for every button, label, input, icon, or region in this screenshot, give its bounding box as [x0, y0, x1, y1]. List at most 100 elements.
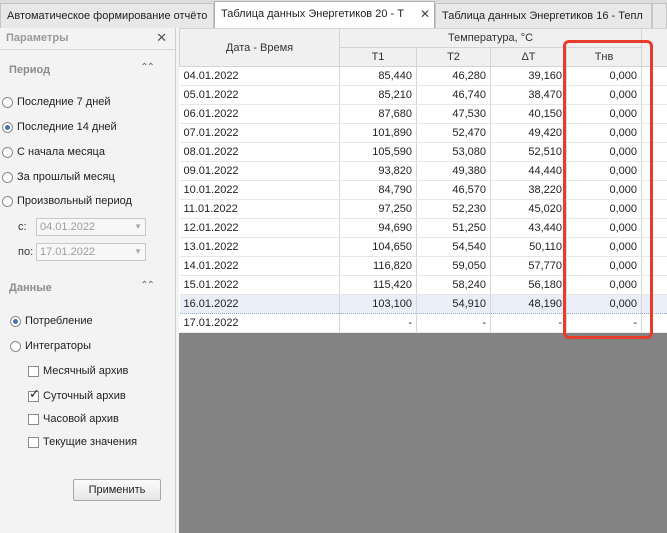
cell-value[interactable]: -	[339, 313, 417, 333]
cell-value[interactable]: 0,000	[566, 180, 643, 200]
cell-value[interactable]: 93,820	[339, 161, 417, 181]
archive-hourly[interactable]: Часовой архив	[28, 411, 119, 427]
period-last-month[interactable]: За прошлый месяц	[2, 169, 115, 185]
date-to-field[interactable]: 17.01.2022 ▼	[36, 243, 146, 261]
cell-value[interactable]: 0,000	[566, 123, 643, 143]
archive-daily[interactable]: ✓ Суточный архив	[28, 387, 126, 404]
cell-value[interactable]: 0,000	[566, 218, 643, 238]
close-icon[interactable]: ✕	[156, 30, 167, 46]
table-row[interactable]: 17.01.2022- - - -	[179, 313, 667, 333]
tab-energy-table-16[interactable]: Таблица данных Энергетиков 16 - Тепл	[435, 3, 652, 28]
cell-value[interactable]: 38,220	[490, 180, 567, 200]
cell-value[interactable]: 104,650	[339, 237, 417, 257]
cell-value[interactable]: 94,690	[339, 218, 417, 238]
period-last-14-days[interactable]: Последние 14 дней	[2, 119, 117, 135]
cell-value[interactable]: 49,420	[490, 123, 567, 143]
cell-value[interactable]: 47,530	[416, 104, 491, 124]
cell-value[interactable]: 54,540	[416, 237, 491, 257]
cell-value[interactable]: 0,000	[566, 104, 643, 124]
table-row[interactable]: 11.01.2022 97,250 52,230 45,020 0,000	[179, 199, 667, 219]
cell-value[interactable]: 56,180	[490, 275, 567, 295]
cell-value[interactable]: 59,050	[416, 256, 491, 276]
cell-date[interactable]: 06.01.2022	[179, 104, 340, 124]
cell-date[interactable]: 07.01.2022	[179, 123, 340, 143]
cell-value[interactable]: 39,160	[490, 66, 567, 86]
cell-date[interactable]: 08.01.2022	[179, 142, 340, 162]
column-header-tnv[interactable]: Tнв	[565, 47, 643, 67]
chevron-down-icon[interactable]: ▼	[134, 247, 142, 256]
cell-value[interactable]: 46,570	[416, 180, 491, 200]
table-row[interactable]: 09.01.2022 93,820 49,380 44,440 0,000	[179, 161, 667, 181]
cell-value[interactable]: 0,000	[566, 66, 643, 86]
collapse-period-icon[interactable]: ⌃⌃	[140, 62, 155, 73]
cell-date[interactable]: 16.01.2022	[179, 294, 340, 314]
collapse-data-icon[interactable]: ⌃⌃	[140, 280, 155, 291]
cell-value[interactable]: 103,100	[339, 294, 417, 314]
table-row[interactable]: 06.01.2022 87,680 47,530 40,150 0,000	[179, 104, 667, 124]
cell-value[interactable]: 49,380	[416, 161, 491, 181]
cell-date[interactable]: 04.01.2022	[179, 66, 340, 86]
cell-value[interactable]: 105,590	[339, 142, 417, 162]
period-custom[interactable]: Произвольный период	[2, 193, 132, 209]
column-header-dt[interactable]: ΔT	[490, 47, 567, 67]
cell-date[interactable]: 11.01.2022	[179, 199, 340, 219]
cell-value[interactable]: 52,510	[490, 142, 567, 162]
chevron-down-icon[interactable]: ▼	[134, 222, 142, 231]
cell-date[interactable]: 09.01.2022	[179, 161, 340, 181]
cell-value[interactable]: -	[566, 313, 643, 333]
cell-value[interactable]: -	[490, 313, 567, 333]
cell-value[interactable]: 0,000	[566, 142, 643, 162]
date-from-field[interactable]: 04.01.2022 ▼	[36, 218, 146, 236]
cell-value[interactable]: 0,000	[566, 256, 643, 276]
apply-button[interactable]: Применить	[73, 479, 161, 501]
cell-date[interactable]: 14.01.2022	[179, 256, 340, 276]
table-row[interactable]: 05.01.2022 85,210 46,740 38,470 0,000	[179, 85, 667, 105]
cell-value[interactable]: 0,000	[566, 199, 643, 219]
period-month-start[interactable]: С начала месяца	[2, 144, 105, 160]
cell-date[interactable]: 10.01.2022	[179, 180, 340, 200]
cell-value[interactable]: 97,250	[339, 199, 417, 219]
cell-value[interactable]: 0,000	[566, 85, 643, 105]
table-row[interactable]: 15.01.2022 115,420 58,240 56,180 0,000	[179, 275, 667, 295]
table-row[interactable]: 13.01.2022 104,650 54,540 50,110 0,000	[179, 237, 667, 257]
cell-value[interactable]: 84,790	[339, 180, 417, 200]
column-header-t2[interactable]: T2	[416, 47, 491, 67]
cell-value[interactable]: 87,680	[339, 104, 417, 124]
cell-value[interactable]: 44,440	[490, 161, 567, 181]
tab-energy-table-20[interactable]: Таблица данных Энергетиков 20 - Т ✕	[214, 1, 435, 29]
cell-value[interactable]: 43,440	[490, 218, 567, 238]
cell-value[interactable]: 48,190	[490, 294, 567, 314]
close-icon[interactable]: ✕	[420, 7, 430, 21]
cell-value[interactable]: 0,000	[566, 294, 643, 314]
cell-value[interactable]: 0,000	[566, 161, 643, 181]
cell-value[interactable]: 58,240	[416, 275, 491, 295]
cell-date[interactable]: 05.01.2022	[179, 85, 340, 105]
cell-value[interactable]: 116,820	[339, 256, 417, 276]
cell-value[interactable]: 0,000	[566, 237, 643, 257]
table-row[interactable]: 12.01.2022 94,690 51,250 43,440 0,000	[179, 218, 667, 238]
cell-value[interactable]: 40,150	[490, 104, 567, 124]
table-row[interactable]: 10.01.2022 84,790 46,570 38,220 0,000	[179, 180, 667, 200]
cell-value[interactable]: 115,420	[339, 275, 417, 295]
cell-value[interactable]: 53,080	[416, 142, 491, 162]
cell-value[interactable]: 57,770	[490, 256, 567, 276]
cell-value[interactable]: 46,280	[416, 66, 491, 86]
tab-auto-reports[interactable]: Автоматическое формирование отчёто	[0, 3, 214, 28]
data-integrators[interactable]: Интеграторы	[10, 338, 91, 354]
cell-date[interactable]: 12.01.2022	[179, 218, 340, 238]
cell-value[interactable]: -	[416, 313, 491, 333]
cell-value[interactable]: 51,250	[416, 218, 491, 238]
archive-monthly[interactable]: Месячный архив	[28, 363, 128, 379]
table-row[interactable]: 07.01.2022 101,890 52,470 49,420 0,000	[179, 123, 667, 143]
column-header-t1[interactable]: T1	[339, 47, 417, 67]
archive-current[interactable]: Текущие значения	[28, 434, 137, 450]
table-row[interactable]: 04.01.2022 85,440 46,280 39,160 0,000	[179, 66, 667, 86]
cell-date[interactable]: 17.01.2022	[179, 313, 340, 333]
cell-value[interactable]: 0,000	[566, 275, 643, 295]
period-last-7-days[interactable]: Последние 7 дней	[2, 94, 111, 110]
cell-value[interactable]: 85,210	[339, 85, 417, 105]
table-row[interactable]: 14.01.2022 116,820 59,050 57,770 0,000	[179, 256, 667, 276]
tab-overflow[interactable]	[652, 3, 667, 28]
table-row[interactable]: 08.01.2022 105,590 53,080 52,510 0,000	[179, 142, 667, 162]
cell-value[interactable]: 52,470	[416, 123, 491, 143]
